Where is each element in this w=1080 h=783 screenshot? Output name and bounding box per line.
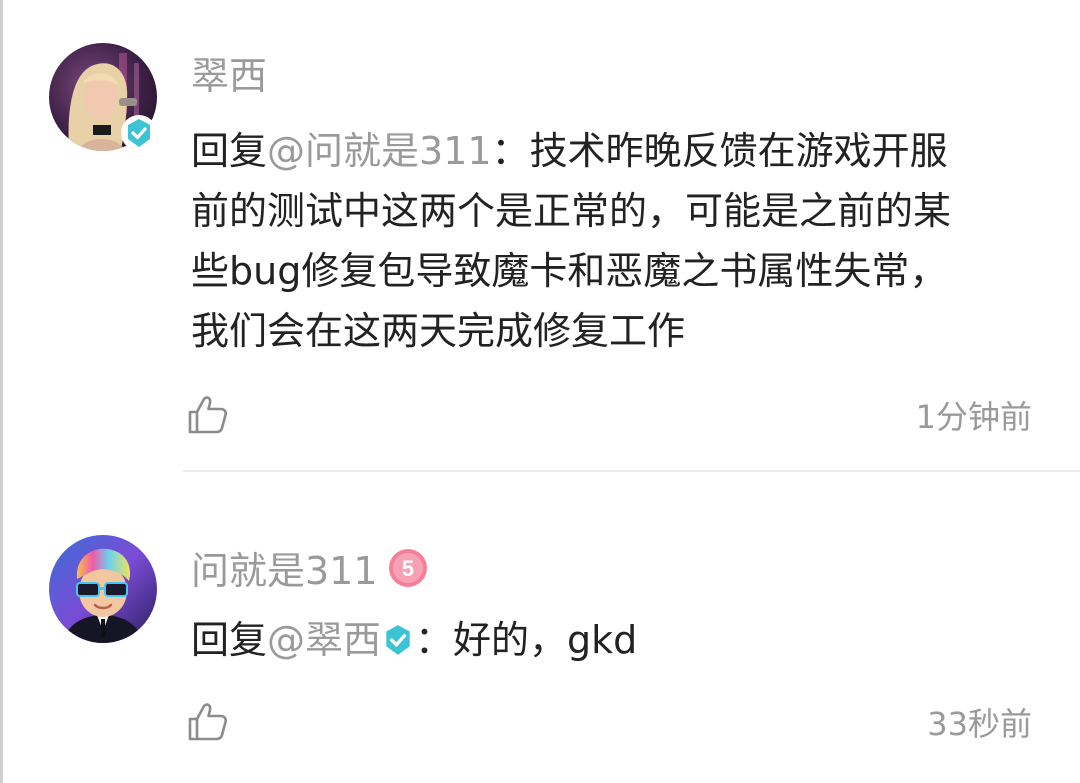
mention-link[interactable]: @问就是311 [267, 129, 492, 173]
comment-text-segment: 好的，gkd [453, 618, 638, 662]
username[interactable]: 翠西 [191, 57, 267, 95]
comment-text-line: 些bug修复包导致魔卡和恶魔之书属性失常， [191, 249, 948, 293]
colon: ： [415, 618, 454, 662]
avatar-image [49, 535, 157, 643]
colon: ： [491, 129, 530, 173]
mention-link[interactable]: @翠西 [267, 618, 381, 662]
verified-check-icon [381, 614, 415, 655]
comment-text-line: 前的测试中这两个是正常的，可能是之前的某 [191, 189, 952, 233]
comment-text: 回复@翠西 ：好的，gkd [191, 610, 1041, 670]
comment-text: 回复@问就是311：技术昨晚反馈在游戏开服 前的测试中这两个是正常的，可能是之前… [191, 121, 1041, 361]
comment-text-line: 回复@问就是311：技术昨晚反馈在游戏开服 [191, 121, 1041, 181]
like-button[interactable] [186, 700, 230, 744]
avatar[interactable] [49, 535, 157, 643]
avatar[interactable] [49, 43, 157, 151]
reply-prefix: 回复 [191, 129, 268, 173]
comment-text-line: 我们会在这两天完成修复工作 [191, 309, 686, 353]
timestamp: 1分钟前 [915, 398, 1032, 436]
thumbs-up-icon [188, 703, 228, 741]
comment-list: 翠西 回复@问就是311：技术昨晚反馈在游戏开服 前的测试中这两个是正常的，可能… [0, 0, 1080, 783]
thumbs-up-icon [188, 396, 228, 434]
timestamp: 33秒前 [927, 705, 1032, 743]
level-badge-icon: 5 [388, 548, 428, 588]
reply-prefix: 回复 [191, 618, 268, 662]
comment-item: 翠西 回复@问就是311：技术昨晚反馈在游戏开服 前的测试中这两个是正常的，可能… [3, 0, 1080, 472]
verified-check-icon [121, 115, 157, 151]
username-text: 问就是311 [191, 549, 378, 593]
comment-item: 问就是311 5 回复@翠西 ：好的，gkd 33秒前 [3, 472, 1080, 783]
comment-text-segment: 技术昨晚反馈在游戏开服 [529, 129, 948, 173]
username[interactable]: 问就是311 5 [191, 548, 428, 590]
level-badge-number: 5 [401, 556, 413, 581]
like-button[interactable] [186, 393, 230, 437]
